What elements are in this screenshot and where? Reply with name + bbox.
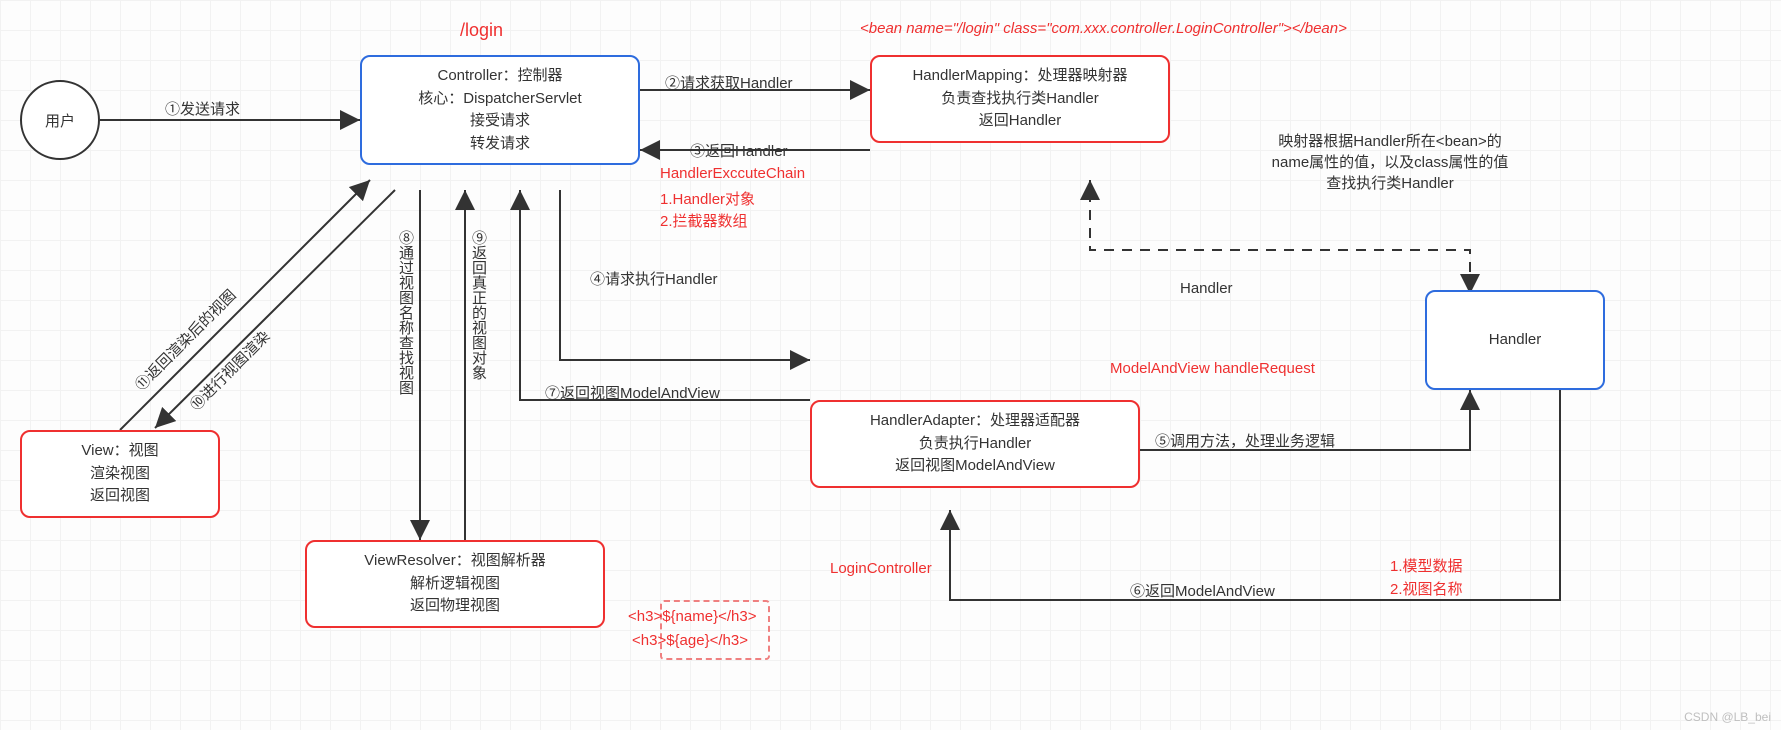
handler-mapping-l2: 负责查找执行类Handler bbox=[941, 88, 1099, 111]
edge-9-label: ⑨返回真正的视图对象 bbox=[468, 230, 489, 380]
mv-2: 2.视图名称 bbox=[1390, 578, 1463, 599]
controller-l3: 接受请求 bbox=[470, 110, 530, 133]
handler-mapping-l1: HandlerMapping：处理器映射器 bbox=[912, 65, 1127, 88]
user-node: 用户 bbox=[20, 80, 100, 160]
mapping-note: 映射器根据Handler所在<bean>的 name属性的值，以及class属性… bbox=[1230, 130, 1550, 193]
view-l2: 渲染视图 bbox=[90, 463, 150, 486]
controller-node: Controller：控制器 核心：DispatcherServlet 接受请求… bbox=[360, 55, 640, 165]
view-resolver-l3: 返回物理视图 bbox=[410, 595, 500, 618]
bean-def-annotation: <bean name="/login" class="com.xxx.contr… bbox=[860, 20, 1347, 37]
view-node: View：视图 渲染视图 返回视图 bbox=[20, 430, 220, 518]
tpl-1: <h3>${name}</h3> bbox=[628, 608, 756, 625]
login-path-annotation: /login bbox=[460, 20, 503, 41]
view-resolver-node: ViewResolver：视图解析器 解析逻辑视图 返回物理视图 bbox=[305, 540, 605, 628]
handle-request-annotation: ModelAndView handleRequest bbox=[1110, 360, 1315, 377]
tpl-2: <h3>${age}</h3> bbox=[632, 632, 748, 649]
mapping-note-2: name属性的值，以及class属性的值 bbox=[1230, 151, 1550, 172]
handler-adapter-node: HandlerAdapter：处理器适配器 负责执行Handler 返回视图Mo… bbox=[810, 400, 1140, 488]
edge-3-label: ③返回Handler bbox=[690, 140, 788, 161]
user-label: 用户 bbox=[45, 110, 75, 131]
edge-2-label: ②请求获取Handler bbox=[665, 72, 793, 93]
view-l1: View：视图 bbox=[81, 440, 158, 463]
handler-adapter-l1: HandlerAdapter：处理器适配器 bbox=[870, 410, 1080, 433]
mapping-note-1: 映射器根据Handler所在<bean>的 bbox=[1230, 130, 1550, 151]
exchain-2: 2.拦截器数组 bbox=[660, 210, 748, 231]
controller-l4: 转发请求 bbox=[470, 133, 530, 156]
exchain-1: 1.Handler对象 bbox=[660, 188, 755, 209]
view-l3: 返回视图 bbox=[90, 485, 150, 508]
handler-node: Handler bbox=[1425, 290, 1605, 390]
handler-adapter-l3: 返回视图ModelAndView bbox=[895, 455, 1055, 478]
view-resolver-l1: ViewResolver：视图解析器 bbox=[364, 550, 545, 573]
edge-1-label: ①发送请求 bbox=[165, 98, 240, 119]
login-controller-annotation: LoginController bbox=[830, 560, 932, 577]
mv-1: 1.模型数据 bbox=[1390, 555, 1463, 576]
handler-mapping-node: HandlerMapping：处理器映射器 负责查找执行类Handler 返回H… bbox=[870, 55, 1170, 143]
controller-l1: Controller：控制器 bbox=[437, 65, 562, 88]
handler-mapping-l3: 返回Handler bbox=[979, 110, 1062, 133]
exchain-title: HandlerExccuteChain bbox=[660, 165, 805, 182]
watermark: CSDN @LB_bei bbox=[1684, 710, 1771, 724]
edge-6-label: ⑥返回ModelAndView bbox=[1130, 580, 1275, 601]
edge-4-label: ④请求执行Handler bbox=[590, 268, 718, 289]
edge-5-label: ⑤调用方法，处理业务逻辑 bbox=[1155, 430, 1335, 451]
mapping-note-3: 查找执行类Handler bbox=[1230, 172, 1550, 193]
edge-handler-dashed-label: Handler bbox=[1180, 280, 1233, 297]
view-resolver-l2: 解析逻辑视图 bbox=[410, 573, 500, 596]
edge-8-label: ⑧通过视图名称查找视图 bbox=[395, 230, 416, 395]
edge-7-label: ⑦返回视图ModelAndView bbox=[545, 382, 720, 403]
handler-adapter-l2: 负责执行Handler bbox=[919, 433, 1032, 456]
controller-l2: 核心：DispatcherServlet bbox=[418, 88, 581, 111]
handler-label: Handler bbox=[1489, 329, 1542, 352]
